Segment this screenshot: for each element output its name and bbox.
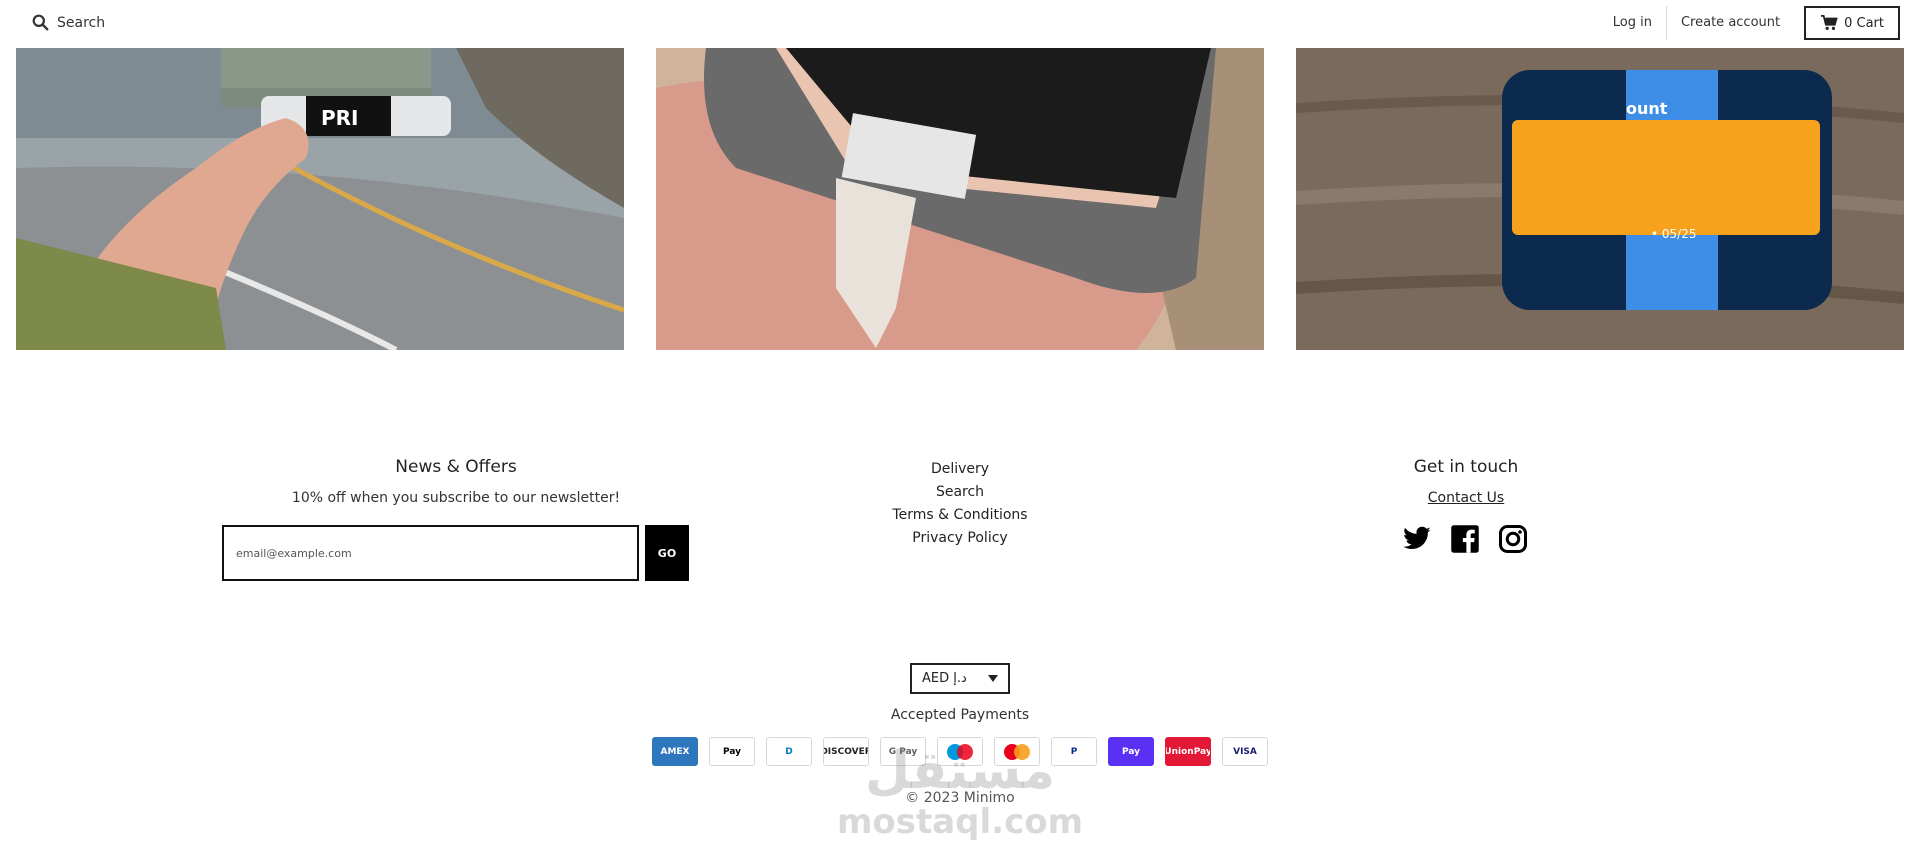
newsletter-text: 10% off when you subscribe to our newsle… <box>291 490 621 506</box>
apple-pay-icon: Pay <box>709 737 755 766</box>
accepted-payments-label: Accepted Payments <box>890 707 1030 723</box>
newsletter-email-input[interactable] <box>222 525 639 581</box>
currency-selector[interactable]: AED د.إ <box>910 663 1010 694</box>
product-photo-wood[interactable]: ount • 05/25 <box>1296 48 1904 350</box>
news-heading: News & Offers <box>395 457 517 477</box>
amex-icon: AMEX <box>652 737 698 766</box>
wallet-on-wood-photo: ount • 05/25 <box>1296 48 1904 350</box>
watermark-latin: mostaql.com <box>836 802 1084 842</box>
copyright-text: © 2023 Minimo <box>905 790 1015 806</box>
paypal-icon: P <box>1051 737 1097 766</box>
chevron-down-icon <box>988 675 998 682</box>
product-photo-hand[interactable] <box>656 48 1264 350</box>
account-links: Log in Create account 0 Cart <box>1599 6 1900 40</box>
diners-club-icon: D <box>766 737 812 766</box>
visa-icon: VISA <box>1222 737 1268 766</box>
footer-link-terms[interactable]: Terms & Conditions <box>860 504 1060 527</box>
get-in-touch-heading: Get in touch <box>1413 457 1519 477</box>
maestro-icon <box>937 737 983 766</box>
cart-icon <box>1821 15 1838 30</box>
footer-link-privacy[interactable]: Privacy Policy <box>860 527 1060 550</box>
twitter-icon[interactable] <box>1402 524 1432 554</box>
social-links <box>1402 524 1528 554</box>
search-icon <box>32 14 49 31</box>
footer-link-delivery[interactable]: Delivery <box>860 458 1060 481</box>
svg-text:ount: ount <box>1626 99 1668 118</box>
newsletter-go-button[interactable]: GO <box>645 525 689 581</box>
footer-link-search[interactable]: Search <box>860 481 1060 504</box>
svg-text:PRI: PRI <box>321 106 359 130</box>
cart-button[interactable]: 0 Cart <box>1804 6 1900 40</box>
svg-text:• 05/25: • 05/25 <box>1651 227 1696 241</box>
login-link[interactable]: Log in <box>1599 6 1666 40</box>
wallet-on-road-photo: PRI <box>16 48 624 350</box>
mastercard-icon <box>994 737 1040 766</box>
discover-icon: DISCOVER <box>823 737 869 766</box>
product-photo-road[interactable]: PRI <box>16 48 624 350</box>
unionpay-icon: UnionPay <box>1165 737 1211 766</box>
header-search-label: Search <box>57 14 106 31</box>
footer-links: Delivery Search Terms & Conditions Priva… <box>860 458 1060 550</box>
facebook-icon[interactable] <box>1450 524 1480 554</box>
header-search-link[interactable]: Search <box>32 14 105 31</box>
currency-value: AED د.إ <box>922 671 967 686</box>
cart-label: 0 Cart <box>1844 15 1884 31</box>
top-bar: Search Log in Create account 0 Cart <box>0 0 1920 48</box>
create-account-link[interactable]: Create account <box>1667 6 1794 40</box>
contact-us-link[interactable]: Contact Us <box>1366 490 1566 506</box>
wallet-in-hand-photo <box>656 48 1264 350</box>
instagram-icon[interactable] <box>1498 524 1528 554</box>
shop-pay-icon: Pay <box>1108 737 1154 766</box>
google-pay-icon: G Pay <box>880 737 926 766</box>
payment-icons: AMEX Pay D DISCOVER G Pay P Pay UnionPay… <box>652 737 1268 766</box>
